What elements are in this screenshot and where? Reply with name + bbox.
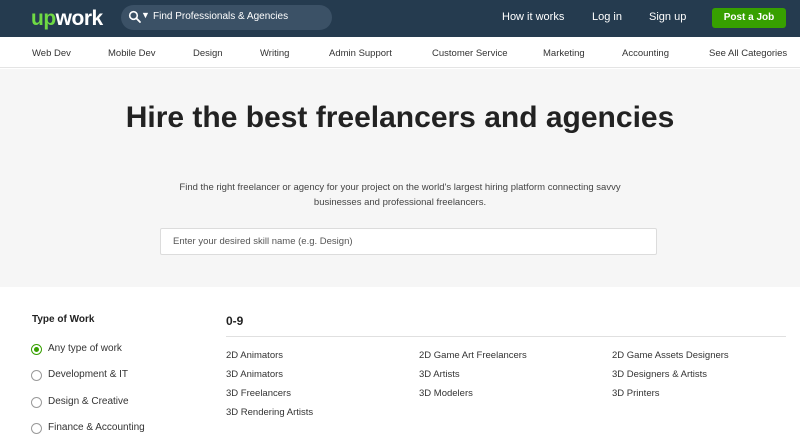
skill-link[interactable]: 3D Designers & Artists: [612, 369, 707, 380]
hero-subtitle: Find the right freelancer or agency for …: [179, 182, 621, 208]
skill-link[interactable]: 3D Freelancers: [226, 388, 291, 399]
log-in-link[interactable]: Log in: [592, 11, 622, 23]
category-admin-support[interactable]: Admin Support: [329, 48, 392, 59]
page-title: Hire the best freelancers and agencies: [125, 101, 675, 134]
search-box[interactable]: ▼ Find Professionals & Agencies: [121, 5, 332, 30]
radio-button[interactable]: [31, 370, 42, 381]
category-bar: Web Dev Mobile Dev Design Writing Admin …: [0, 37, 800, 68]
category-accounting[interactable]: Accounting: [622, 48, 669, 59]
category-mobile-dev[interactable]: Mobile Dev: [108, 48, 156, 59]
category-web-dev[interactable]: Web Dev: [32, 48, 71, 59]
skill-link[interactable]: 2D Game Art Freelancers: [419, 350, 527, 361]
post-a-job-button[interactable]: Post a Job: [712, 8, 786, 28]
filter-title: Type of Work: [32, 314, 95, 325]
filter-option-label: Development & IT: [48, 369, 129, 380]
skill-link[interactable]: 2D Animators: [226, 350, 283, 361]
skill-link[interactable]: 3D Modelers: [419, 388, 473, 399]
top-header: upwork ▼ Find Professionals & Agencies H…: [0, 0, 800, 37]
sign-up-link[interactable]: Sign up: [649, 11, 686, 23]
category-writing[interactable]: Writing: [260, 48, 289, 59]
section-heading-0-9: 0-9: [226, 314, 244, 328]
filter-option-label: Any type of work: [48, 343, 122, 354]
radio-button-checked[interactable]: [31, 344, 42, 355]
category-customer-service[interactable]: Customer Service: [432, 48, 508, 59]
skill-link[interactable]: 2D Game Assets Designers: [612, 350, 729, 361]
skill-link[interactable]: 3D Printers: [612, 388, 660, 399]
category-marketing[interactable]: Marketing: [543, 48, 585, 59]
category-design[interactable]: Design: [193, 48, 223, 59]
hero-section: Hire the best freelancers and agencies F…: [0, 69, 800, 287]
skill-link[interactable]: 3D Artists: [419, 369, 460, 380]
filter-option-label: Finance & Accounting: [48, 422, 145, 433]
skill-link[interactable]: 3D Rendering Artists: [226, 407, 313, 418]
upwork-logo[interactable]: upwork: [31, 7, 103, 31]
skill-link[interactable]: 3D Animators: [226, 369, 283, 380]
filter-option-label: Design & Creative: [48, 396, 129, 407]
category-see-all[interactable]: See All Categories: [709, 48, 787, 59]
chevron-down-icon[interactable]: ▼: [141, 10, 150, 20]
how-it-works-link[interactable]: How it works: [502, 11, 564, 23]
skill-search-input[interactable]: [160, 228, 657, 255]
radio-button[interactable]: [31, 423, 42, 434]
search-label: Find Professionals & Agencies: [153, 11, 289, 22]
search-icon: [128, 10, 141, 23]
radio-button[interactable]: [31, 397, 42, 408]
section-divider: [226, 336, 786, 337]
